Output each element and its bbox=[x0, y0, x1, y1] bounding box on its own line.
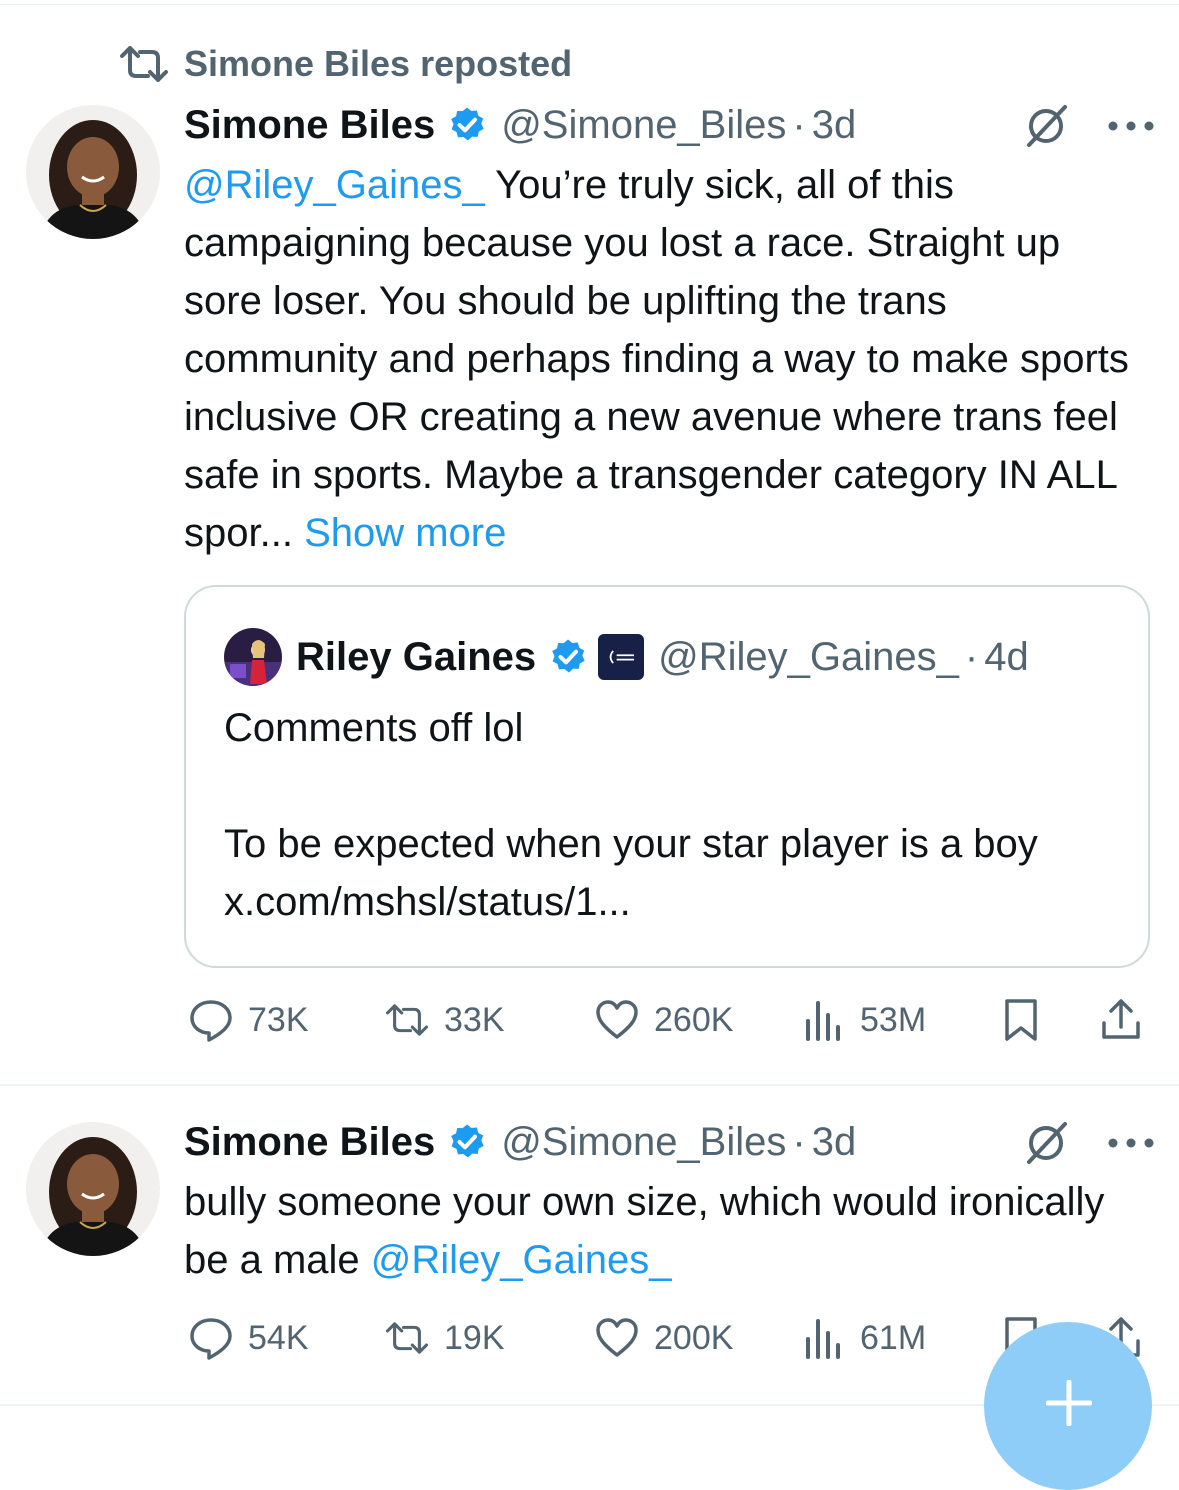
author-name[interactable]: Simone Biles bbox=[184, 103, 435, 148]
repost-banner[interactable]: Simone Biles reposted bbox=[118, 42, 572, 86]
quote-avatar[interactable] bbox=[224, 628, 282, 686]
author-name[interactable]: Simone Biles bbox=[184, 1120, 435, 1165]
reply-count: 73K bbox=[248, 1000, 309, 1039]
more-options-icon[interactable] bbox=[1103, 1133, 1159, 1153]
quote-line-2-text: To be expected when your star player is … bbox=[224, 822, 1038, 866]
quote-line-1: Comments off lol bbox=[224, 706, 524, 750]
mention-link[interactable]: @Riley_Gaines_ bbox=[371, 1238, 672, 1282]
like-count: 200K bbox=[654, 1318, 734, 1357]
reply-button[interactable]: 54K bbox=[188, 1310, 309, 1366]
author-handle[interactable]: @Simone_Biles bbox=[501, 103, 786, 148]
tweet-text: @Riley_Gaines_ You’re truly sick, all of… bbox=[184, 156, 1144, 562]
separator-dot: · bbox=[792, 1119, 806, 1164]
repost-count: 33K bbox=[444, 1000, 505, 1039]
tweet-body: You’re truly sick, all of this campaigni… bbox=[184, 163, 1129, 555]
quote-line-2: To be expected when your star player is … bbox=[224, 815, 1124, 931]
share-icon bbox=[1102, 999, 1140, 1039]
tweet-divider bbox=[0, 1084, 1179, 1086]
tweet-text: bully someone your own size, which would… bbox=[184, 1173, 1144, 1289]
affiliation-badge-icon[interactable] bbox=[598, 634, 645, 680]
repost-count: 19K bbox=[444, 1318, 505, 1357]
verified-badge-icon[interactable] bbox=[548, 637, 588, 677]
quote-text: Comments off lol To be expected when you… bbox=[224, 699, 1124, 931]
heart-icon bbox=[596, 1000, 638, 1039]
author-handle[interactable]: @Simone_Biles bbox=[501, 1120, 786, 1165]
repost-icon bbox=[385, 1004, 429, 1036]
timestamp[interactable]: 3d bbox=[812, 1120, 857, 1165]
bookmark-icon bbox=[1005, 999, 1037, 1041]
like-button[interactable]: 200K bbox=[594, 1310, 733, 1366]
tweet-header: Simone Biles @Simone_Biles · 3d bbox=[184, 97, 856, 153]
verified-badge-icon[interactable] bbox=[447, 1122, 487, 1162]
share-button[interactable] bbox=[1098, 992, 1144, 1048]
show-more-link[interactable]: Show more bbox=[304, 511, 506, 555]
bookmark-button[interactable] bbox=[998, 992, 1044, 1048]
views-icon bbox=[806, 1319, 840, 1359]
views-count: 61M bbox=[860, 1318, 927, 1357]
quote-timestamp[interactable]: 4d bbox=[984, 635, 1029, 680]
compose-plus-icon bbox=[1046, 1380, 1092, 1426]
heart-icon bbox=[596, 1318, 638, 1357]
tweet-action-bar: 73K 33K 260K 53M bbox=[188, 992, 1148, 1048]
separator-dot: · bbox=[964, 634, 979, 679]
views-button[interactable]: 53M bbox=[800, 992, 926, 1048]
reply-count: 54K bbox=[248, 1318, 309, 1357]
quoted-tweet[interactable]: Riley Gaines @Riley_Gaines_ · 4d Comment… bbox=[184, 585, 1150, 968]
quote-url[interactable]: x.com/mshsl/status/1... bbox=[224, 880, 631, 924]
repost-icon bbox=[385, 1322, 429, 1354]
grok-icon[interactable] bbox=[1023, 1120, 1069, 1166]
views-count: 53M bbox=[860, 1000, 927, 1039]
views-button[interactable]: 61M bbox=[800, 1310, 926, 1366]
reply-icon bbox=[190, 1318, 232, 1360]
like-button[interactable]: 260K bbox=[594, 992, 733, 1048]
mention-link[interactable]: @Riley_Gaines_ bbox=[184, 163, 485, 207]
quote-author-name[interactable]: Riley Gaines bbox=[296, 635, 536, 680]
timestamp[interactable]: 3d bbox=[812, 103, 857, 148]
quote-header: Riley Gaines @Riley_Gaines_ · 4d bbox=[224, 628, 1029, 686]
quote-author-handle[interactable]: @Riley_Gaines_ bbox=[658, 635, 959, 680]
more-options-icon[interactable] bbox=[1103, 116, 1159, 136]
avatar[interactable] bbox=[26, 105, 160, 239]
views-icon bbox=[806, 1001, 840, 1041]
reply-icon bbox=[190, 1000, 232, 1042]
grok-icon[interactable] bbox=[1023, 103, 1069, 149]
repost-button[interactable]: 19K bbox=[384, 1310, 505, 1366]
avatar[interactable] bbox=[26, 1122, 160, 1256]
repost-icon bbox=[120, 46, 168, 82]
repost-banner-text: Simone Biles reposted bbox=[184, 43, 573, 84]
separator-dot: · bbox=[792, 102, 806, 147]
reply-button[interactable]: 73K bbox=[188, 992, 309, 1048]
repost-button[interactable]: 33K bbox=[384, 992, 505, 1048]
tweet-header: Simone Biles @Simone_Biles · 3d bbox=[184, 1114, 856, 1170]
like-count: 260K bbox=[654, 1000, 734, 1039]
verified-badge-icon[interactable] bbox=[447, 105, 487, 145]
top-divider bbox=[0, 4, 1179, 5]
